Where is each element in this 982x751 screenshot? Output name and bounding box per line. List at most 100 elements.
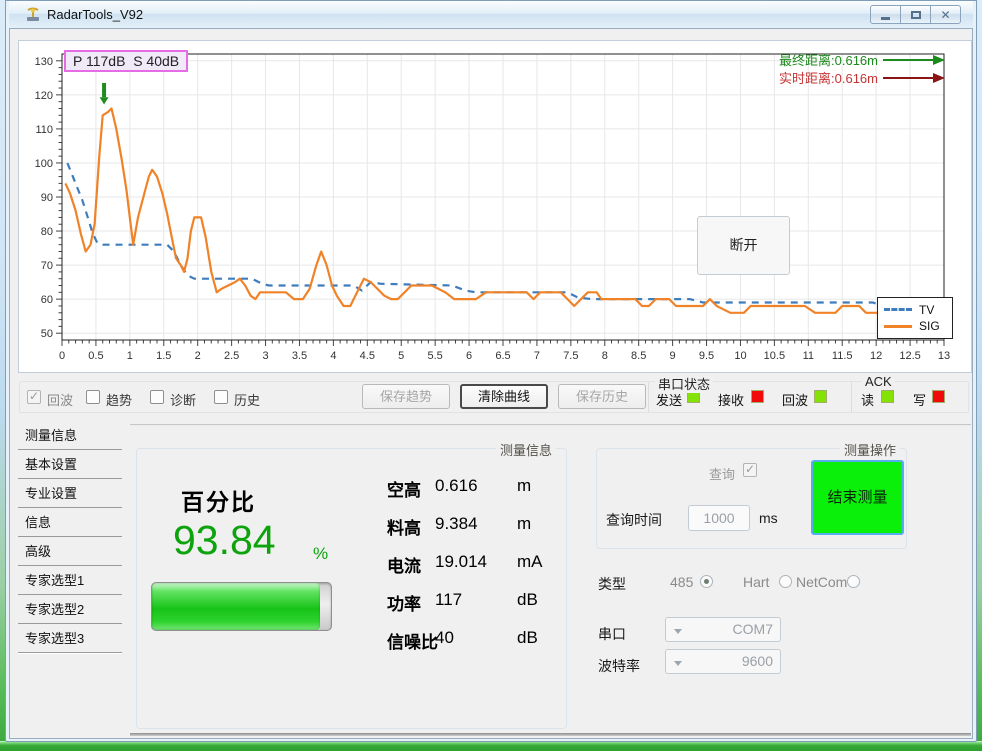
svg-text:80: 80 (41, 226, 53, 238)
realtime-distance-label: 实时距离:0.616m (779, 68, 878, 87)
sig-line-sample-icon (884, 325, 912, 328)
svg-text:1: 1 (127, 350, 133, 362)
write-ack-label: 写 (913, 390, 926, 409)
svg-text:9.5: 9.5 (699, 350, 714, 362)
content-divider-top (130, 424, 971, 426)
current-label: 电流 (387, 552, 421, 577)
percent-unit: % (313, 544, 328, 564)
legend-item-tv: TV (884, 303, 946, 317)
diagnosis-checkbox[interactable] (150, 390, 164, 404)
history-checkbox[interactable] (214, 390, 228, 404)
write-ack-led (932, 390, 945, 403)
radio-netcom[interactable] (847, 575, 860, 588)
svg-text:12: 12 (870, 350, 882, 362)
window-body: 00.511.522.533.544.555.566.577.588.599.5… (9, 28, 973, 739)
baud-rate-value: 9600 (742, 653, 773, 669)
sidebar-item-expert-1[interactable]: 专家选型1 (18, 566, 122, 595)
svg-text:8.5: 8.5 (631, 350, 646, 362)
svg-text:8: 8 (602, 350, 608, 362)
svg-text:2.5: 2.5 (224, 350, 239, 362)
stop-measure-button[interactable]: 结束测量 (811, 460, 904, 535)
maximize-button[interactable] (900, 5, 931, 24)
query-interval-label: 查询时间 (606, 510, 662, 530)
peak-tooltip: P 117dB S 40dB (64, 50, 188, 72)
sidebar-item-advanced[interactable]: 高级 (18, 537, 122, 566)
clear-curve-button[interactable]: 清除曲线 (460, 384, 548, 409)
power-value: 117 (435, 590, 462, 610)
echo-checkbox-label: 回波 (47, 390, 73, 409)
svg-text:50: 50 (41, 328, 53, 340)
query-interval-input[interactable]: 1000 (688, 505, 750, 531)
current-unit: mA (517, 552, 543, 572)
close-icon: ✕ (940, 9, 950, 21)
query-checkbox-label: 查询 (709, 464, 735, 483)
disconnect-button[interactable]: 断开 (697, 216, 790, 275)
echo-checkbox[interactable] (27, 390, 41, 404)
svg-text:130: 130 (35, 56, 53, 68)
trend-checkbox[interactable] (86, 390, 100, 404)
save-trend-button[interactable]: 保存趋势 (362, 384, 450, 409)
title-bar[interactable]: RadarTools_V92 ✕ (9, 1, 973, 28)
sidebar-item-basic-settings[interactable]: 基本设置 (18, 450, 122, 479)
rx-status-led (751, 390, 764, 403)
snr-value: 40 (435, 628, 454, 648)
serial-port-select[interactable]: COM7 (665, 617, 781, 642)
svg-text:9: 9 (670, 350, 676, 362)
measure-op-group-label: 测量操作 (840, 440, 900, 459)
svg-text:7.5: 7.5 (563, 350, 578, 362)
svg-text:13: 13 (938, 350, 950, 362)
signal-chart: 00.511.522.533.544.555.566.577.588.599.5… (19, 41, 971, 372)
signal-chart-panel: 00.511.522.533.544.555.566.577.588.599.5… (18, 40, 972, 373)
echo-status-led (814, 390, 827, 403)
read-ack-label: 读 (861, 390, 874, 409)
toolbar-separator (648, 382, 649, 412)
desktop-edge (0, 741, 982, 751)
svg-text:11: 11 (803, 350, 814, 362)
svg-text:5.5: 5.5 (428, 350, 443, 362)
sidebar-item-info[interactable]: 信息 (18, 508, 122, 537)
radio-485-label: 485 (670, 574, 693, 590)
measure-info-group-label: 测量信息 (496, 440, 556, 459)
svg-text:6: 6 (466, 350, 472, 362)
percent-value: 93.84 (173, 517, 276, 564)
minimize-button[interactable] (870, 5, 901, 24)
level-progress-bar (151, 582, 332, 631)
query-interval-unit: ms (759, 510, 778, 526)
read-ack-led (881, 390, 894, 403)
minimize-icon (881, 17, 890, 20)
type-label: 类型 (598, 574, 626, 594)
sidebar-item-expert-3[interactable]: 专家选型3 (18, 624, 122, 653)
sidebar-item-measure-info[interactable]: 测量信息 (18, 421, 122, 450)
measure-info-group: 测量信息 百分比 93.84 % 空高 0.616 m 料高 9.384 m 电… (136, 448, 567, 729)
measure-op-group: 测量操作 查询 查询时间 1000 ms 结束测量 (596, 448, 907, 549)
echo-status-label: 回波 (782, 390, 808, 409)
sidebar-nav: 测量信息 基本设置 专业设置 信息 高级 专家选型1 专家选型2 专家选型3 (18, 421, 122, 653)
content-divider-bottom (130, 733, 971, 736)
sidebar-item-pro-settings[interactable]: 专业设置 (18, 479, 122, 508)
ack-group-label: ACK (862, 374, 895, 389)
material-height-value: 9.384 (435, 514, 478, 534)
chevron-down-icon (674, 629, 682, 634)
air-height-label: 空高 (387, 476, 421, 501)
svg-text:110: 110 (35, 124, 53, 136)
serial-status-group-label: 串口状态 (655, 374, 713, 393)
radio-485[interactable] (700, 575, 713, 588)
svg-text:3.5: 3.5 (292, 350, 307, 362)
svg-text:2: 2 (195, 350, 201, 362)
svg-text:90: 90 (41, 192, 53, 204)
chevron-down-icon (674, 661, 682, 666)
sidebar-item-expert-2[interactable]: 专家选型2 (18, 595, 122, 624)
svg-text:12.5: 12.5 (899, 350, 920, 362)
baud-rate-select[interactable]: 9600 (665, 649, 781, 674)
percent-title: 百分比 (181, 483, 256, 517)
diagnosis-checkbox-label: 诊断 (170, 390, 196, 409)
legend-tv-label: TV (919, 303, 934, 317)
radio-hart[interactable] (779, 575, 792, 588)
svg-text:0: 0 (59, 350, 65, 362)
svg-text:70: 70 (41, 260, 53, 272)
material-height-unit: m (517, 514, 531, 534)
realtime-distance-annotation: 实时距离:0.616m (779, 68, 945, 87)
close-button[interactable]: ✕ (930, 5, 961, 24)
query-checkbox[interactable] (743, 463, 757, 477)
save-history-button[interactable]: 保存历史 (558, 384, 646, 409)
